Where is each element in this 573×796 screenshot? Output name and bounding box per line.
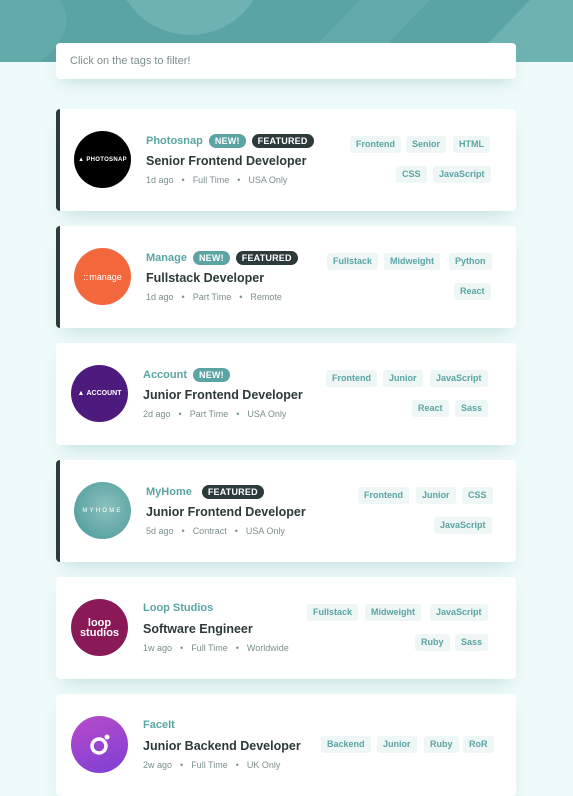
tag-javascript[interactable]: JavaScript (430, 370, 488, 387)
job-meta: 2d ago • Part Time • USA Only (143, 409, 286, 419)
featured-badge: FEATURED (235, 251, 298, 265)
job-meta: 5d ago • Contract • USA Only (146, 526, 285, 536)
location: USA Only (247, 409, 287, 419)
company-name: Photosnap (146, 135, 203, 147)
separator-dot: • (237, 175, 241, 185)
separator-dot: • (235, 643, 239, 653)
tag-javascript[interactable]: JavaScript (433, 166, 491, 183)
new-badge: NEW! (208, 134, 246, 148)
tag-css[interactable]: CSS (462, 487, 493, 504)
company-name: Account (143, 369, 187, 381)
tag-javascript[interactable]: JavaScript (430, 604, 488, 621)
tag-html[interactable]: HTML (453, 136, 490, 153)
separator-dot: • (180, 760, 184, 770)
tag-react[interactable]: React (454, 283, 491, 300)
tag-frontend[interactable]: Frontend (358, 487, 409, 504)
job-meta: 1d ago • Part Time • Remote (146, 292, 282, 302)
tag-sass[interactable]: Sass (455, 634, 489, 651)
job-card-myhome[interactable]: MYHOME MyHome FEATURED Junior Frontend D… (56, 460, 516, 562)
new-badge: NEW! (192, 251, 230, 265)
featured-badge: FEATURED (251, 134, 314, 148)
job-title[interactable]: Junior Frontend Developer (146, 505, 306, 519)
tag-fullstack[interactable]: Fullstack (307, 604, 359, 621)
separator-dot: • (235, 760, 239, 770)
job-card-manage[interactable]: :: manage Manage NEW! FEATURED Fullstack … (56, 226, 516, 328)
location: Worldwide (246, 643, 289, 653)
location: USA Only (248, 175, 288, 185)
tag-fullstack[interactable]: Fullstack (327, 253, 379, 270)
separator-dot: • (239, 292, 243, 302)
posted-at: 5d ago (146, 526, 174, 536)
tag-midweight[interactable]: Midweight (384, 253, 440, 270)
separator-dot: • (234, 526, 238, 536)
tag-ruby[interactable]: Ruby (424, 736, 459, 753)
posted-at: 1w ago (143, 643, 173, 653)
job-card-account[interactable]: ▲ ACCOUNT Account NEW! Junior Frontend De… (56, 343, 516, 445)
posted-at: 1d ago (146, 292, 174, 302)
new-badge: NEW! (193, 368, 230, 382)
posted-at: 2d ago (143, 409, 171, 419)
location: USA Only (245, 526, 285, 536)
featured-badge: FEATURED (201, 485, 264, 499)
posted-at: 1d ago (146, 175, 174, 185)
contract-type: Contract (192, 526, 227, 536)
contract-type: Full Time (191, 760, 228, 770)
tag-frontend[interactable]: Frontend (326, 370, 377, 387)
filter-placeholder: Click on the tags to filter! (70, 55, 191, 67)
tag-sass[interactable]: Sass (455, 400, 489, 417)
job-card-photosnap[interactable]: ▲ PHOTOSNAP Photosnap NEW! FEATURED Senio… (56, 109, 516, 211)
separator-dot: • (181, 526, 185, 536)
job-meta: 2w ago • Full Time • UK Only (143, 760, 280, 770)
job-card-loop-studios[interactable]: loop studios Loop Studios Software Engin… (56, 577, 516, 679)
location: UK Only (246, 760, 281, 770)
loop-studios-logo: loop studios (71, 599, 128, 656)
job-title[interactable]: Junior Frontend Developer (143, 388, 303, 402)
job-title[interactable]: Fullstack Developer (146, 271, 264, 285)
tag-frontend[interactable]: Frontend (350, 136, 401, 153)
faceit-ring-icon (89, 734, 109, 755)
contract-type: Part Time (192, 292, 232, 302)
tag-midweight[interactable]: Midweight (365, 604, 421, 621)
job-card-faceit[interactable]: FaceIt Junior Backend Developer 2w ago • … (56, 694, 516, 796)
company-name: Loop Studios (143, 602, 214, 614)
contract-type: Full Time (192, 175, 230, 185)
tag-react[interactable]: React (412, 400, 449, 417)
tag-backend[interactable]: Backend (321, 736, 371, 753)
filter-bar[interactable]: Click on the tags to filter! (56, 43, 516, 79)
company-name: MyHome (146, 486, 192, 498)
separator-dot: • (178, 409, 182, 419)
job-title[interactable]: Senior Frontend Developer (146, 154, 306, 168)
tag-junior[interactable]: Junior (416, 487, 456, 504)
photosnap-logo: ▲ PHOTOSNAP (74, 131, 131, 188)
separator-dot: • (181, 292, 185, 302)
tag-python[interactable]: Python (449, 253, 492, 270)
job-title[interactable]: Software Engineer (143, 622, 253, 636)
account-logo: ▲ ACCOUNT (71, 365, 128, 422)
myhome-logo: MYHOME (74, 482, 131, 539)
separator-dot: • (181, 175, 185, 185)
manage-logo: :: manage (74, 248, 131, 305)
contract-type: Full Time (191, 643, 228, 653)
separator-dot: • (236, 409, 240, 419)
tag-ruby[interactable]: Ruby (415, 634, 450, 651)
company-name: Manage (146, 252, 187, 264)
tag-junior[interactable]: Junior (383, 370, 423, 387)
tag-ror[interactable]: RoR (463, 736, 494, 753)
tag-css[interactable]: CSS (396, 166, 427, 183)
tag-junior[interactable]: Junior (377, 736, 417, 753)
contract-type: Part Time (189, 409, 229, 419)
job-meta: 1d ago • Full Time • USA Only (146, 175, 287, 185)
faceit-logo (71, 716, 128, 773)
tag-senior[interactable]: Senior (406, 136, 447, 153)
job-title[interactable]: Junior Backend Developer (143, 739, 301, 753)
separator-dot: • (180, 643, 184, 653)
job-meta: 1w ago • Full Time • Worldwide (143, 643, 289, 653)
location: Remote (250, 292, 282, 302)
posted-at: 2w ago (143, 760, 173, 770)
company-name: FaceIt (143, 719, 175, 731)
tag-javascript[interactable]: JavaScript (434, 517, 492, 534)
